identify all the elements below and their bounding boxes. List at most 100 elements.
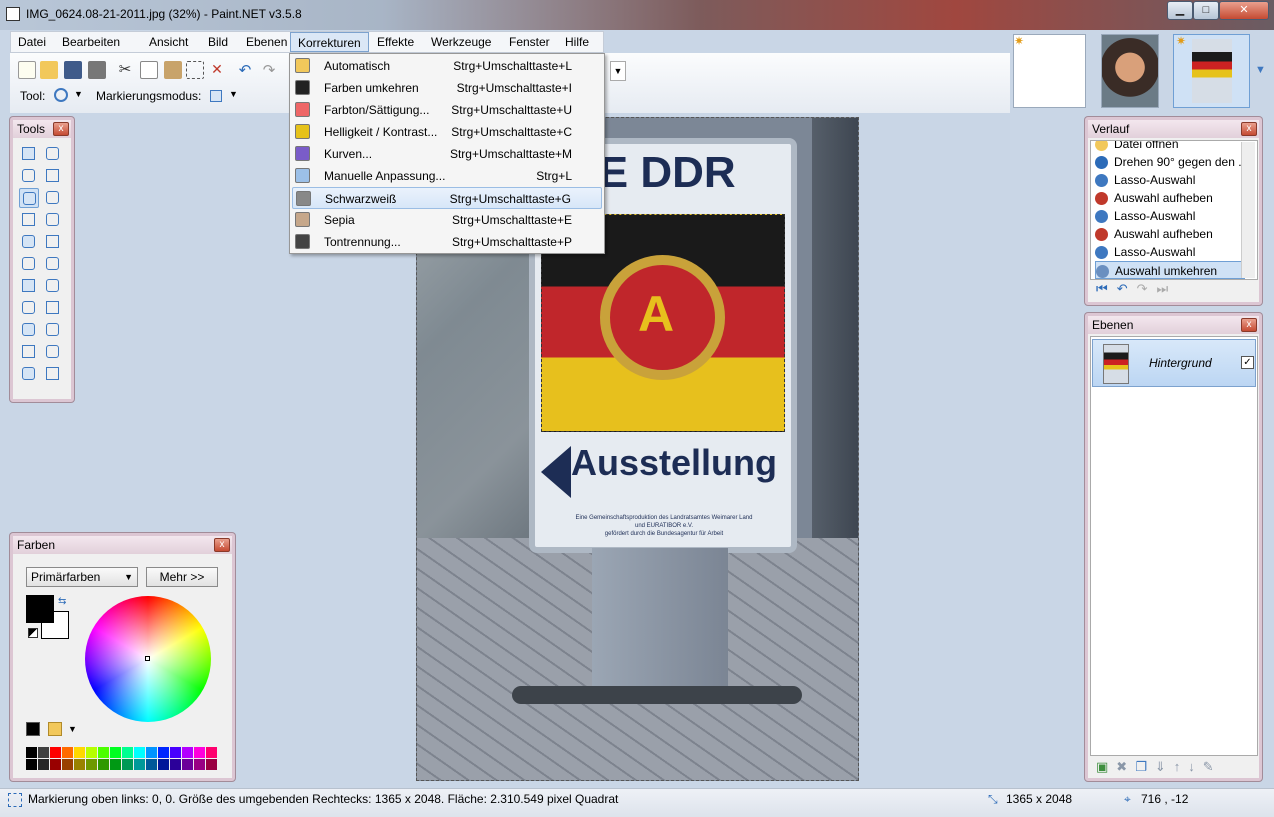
- menu-item-auto-level[interactable]: Automatisch Strg+Umschalttaste+L: [292, 55, 602, 77]
- eraser-tool-icon[interactable]: [43, 254, 63, 274]
- palette-swatch[interactable]: [170, 747, 181, 758]
- menu-hilfe[interactable]: Hilfe: [558, 32, 596, 52]
- lasso-select-tool-icon[interactable]: [19, 166, 39, 186]
- layer-properties-icon[interactable]: ✎: [1203, 759, 1222, 774]
- pan-tool-icon[interactable]: [43, 210, 63, 230]
- palette-swatch[interactable]: [62, 747, 73, 758]
- zoom-tool-icon[interactable]: [54, 88, 68, 102]
- paste-icon[interactable]: [164, 61, 182, 79]
- redo-icon[interactable]: ↷: [260, 61, 278, 79]
- tool-chevron-down-icon[interactable]: ▼: [74, 89, 83, 99]
- fast-forward-icon[interactable]: ⏭: [1157, 281, 1178, 296]
- history-item[interactable]: Lasso-Auswahl: [1095, 207, 1245, 225]
- open-icon[interactable]: [40, 61, 58, 79]
- palette-swatch[interactable]: [38, 747, 49, 758]
- pencil-tool-icon[interactable]: [19, 276, 39, 296]
- palette-swatch[interactable]: [134, 747, 145, 758]
- duplicate-layer-icon[interactable]: ❐: [1135, 759, 1155, 774]
- selection-mode-chevron-down-icon[interactable]: ▼: [229, 89, 238, 99]
- menu-item-levels[interactable]: Manuelle Anpassung... Strg+L: [292, 165, 602, 187]
- palette-swatch[interactable]: [26, 759, 37, 770]
- palette-swatch[interactable]: [74, 747, 85, 758]
- menu-effekte[interactable]: Effekte: [370, 32, 421, 52]
- palette-swatch[interactable]: [50, 747, 61, 758]
- palette-swatch[interactable]: [98, 747, 109, 758]
- palette-swatch[interactable]: [194, 747, 205, 758]
- undo-icon[interactable]: ↶: [236, 61, 254, 79]
- selection-mode-icon[interactable]: [210, 90, 222, 102]
- deselect-icon[interactable]: ✕: [208, 61, 226, 79]
- palette-swatch[interactable]: [110, 759, 121, 770]
- color-picker-tool-icon[interactable]: [43, 276, 63, 296]
- move-layer-down-icon[interactable]: ↓: [1188, 759, 1203, 774]
- history-panel-close-button[interactable]: x: [1241, 122, 1257, 136]
- menu-item-posterize[interactable]: Tontrennung... Strg+Umschalttaste+P: [292, 231, 602, 253]
- colors-panel-close-button[interactable]: x: [214, 538, 230, 552]
- move-layer-up-icon[interactable]: ↑: [1174, 759, 1189, 774]
- color-wheel[interactable]: [85, 596, 211, 722]
- reset-colors-icon[interactable]: [28, 628, 38, 638]
- rewind-icon[interactable]: ⏮: [1096, 281, 1117, 296]
- history-item[interactable]: Lasso-Auswahl: [1095, 171, 1245, 189]
- color-wheel-cursor[interactable]: [145, 656, 150, 661]
- menu-item-sepia[interactable]: Sepia Strg+Umschalttaste+E: [292, 209, 602, 231]
- minimize-button[interactable]: ▁: [1167, 1, 1193, 20]
- save-icon[interactable]: [64, 61, 82, 79]
- palette-swatch[interactable]: [74, 759, 85, 770]
- history-item[interactable]: Datei öffnen: [1095, 141, 1245, 153]
- palette-swatch[interactable]: [182, 747, 193, 758]
- move-selection-tool-icon[interactable]: [43, 144, 63, 164]
- menu-item-curves[interactable]: Kurven... Strg+Umschalttaste+M: [292, 143, 602, 165]
- palette-swatch[interactable]: [62, 759, 73, 770]
- history-item[interactable]: Auswahl aufheben: [1095, 225, 1245, 243]
- menu-ansicht[interactable]: Ansicht: [142, 32, 195, 52]
- move-selected-pixels-tool-icon[interactable]: [43, 166, 63, 186]
- line-curve-tool-icon[interactable]: [43, 320, 63, 340]
- palette-swatch[interactable]: [38, 759, 49, 770]
- menu-item-black-white[interactable]: Schwarzweiß Strg+Umschalttaste+G: [292, 187, 602, 209]
- paint-bucket-tool-icon[interactable]: [19, 232, 39, 252]
- ellipse-select-tool-icon[interactable]: [19, 210, 39, 230]
- color-mode-select[interactable]: Primärfarben ▼: [26, 567, 138, 587]
- more-colors-button[interactable]: Mehr >>: [146, 567, 218, 587]
- clone-stamp-tool-icon[interactable]: [19, 298, 39, 318]
- menu-fenster[interactable]: Fenster: [502, 32, 557, 52]
- cut-icon[interactable]: ✂: [116, 61, 134, 79]
- palette-swatch[interactable]: [182, 759, 193, 770]
- rectangle-tool-icon[interactable]: [19, 342, 39, 362]
- print-icon[interactable]: [88, 61, 106, 79]
- palette-swatch[interactable]: [26, 747, 37, 758]
- tools-panel-close-button[interactable]: x: [53, 122, 69, 136]
- palette-swatch[interactable]: [206, 747, 217, 758]
- palette-swatch[interactable]: [158, 747, 169, 758]
- swap-colors-icon[interactable]: ⇆: [58, 596, 66, 607]
- palette-swatch[interactable]: [50, 759, 61, 770]
- palette-swatch[interactable]: [206, 759, 217, 770]
- close-button[interactable]: ✕: [1219, 1, 1269, 20]
- menu-datei[interactable]: Datei: [11, 32, 53, 52]
- magic-wand-tool-icon[interactable]: [43, 188, 63, 208]
- maximize-button[interactable]: □: [1193, 1, 1219, 20]
- delete-layer-icon[interactable]: ✖: [1116, 759, 1135, 774]
- menu-item-brightness-contrast[interactable]: Helligkeit / Kontrast... Strg+Umschalttas…: [292, 121, 602, 143]
- zoom-tool-icon[interactable]: [19, 188, 39, 208]
- zoom-dropdown-arrow[interactable]: ▼: [610, 61, 626, 81]
- recolor-tool-icon[interactable]: [43, 298, 63, 318]
- rectangle-select-tool-icon[interactable]: [19, 144, 39, 164]
- add-color-icon[interactable]: [26, 722, 40, 736]
- menu-korrekturen[interactable]: Korrekturen: [290, 32, 369, 52]
- palette-swatch[interactable]: [158, 759, 169, 770]
- redo-history-icon[interactable]: ↷: [1137, 281, 1157, 296]
- history-item[interactable]: Auswahl umkehren: [1095, 261, 1245, 279]
- ellipse-tool-icon[interactable]: [19, 364, 39, 384]
- history-item[interactable]: Drehen 90° gegen den ...: [1095, 153, 1248, 171]
- merge-layer-down-icon[interactable]: ⇓: [1155, 759, 1174, 774]
- layers-panel-close-button[interactable]: x: [1241, 318, 1257, 332]
- add-layer-icon[interactable]: ▣: [1096, 759, 1116, 774]
- menu-werkzeuge[interactable]: Werkzeuge: [424, 32, 498, 52]
- palette-swatch[interactable]: [86, 747, 97, 758]
- layer-visibility-checkbox[interactable]: ✓: [1241, 356, 1254, 369]
- palette-menu-icon[interactable]: [48, 722, 62, 736]
- paintbrush-tool-icon[interactable]: [19, 254, 39, 274]
- history-item[interactable]: Auswahl aufheben: [1095, 189, 1245, 207]
